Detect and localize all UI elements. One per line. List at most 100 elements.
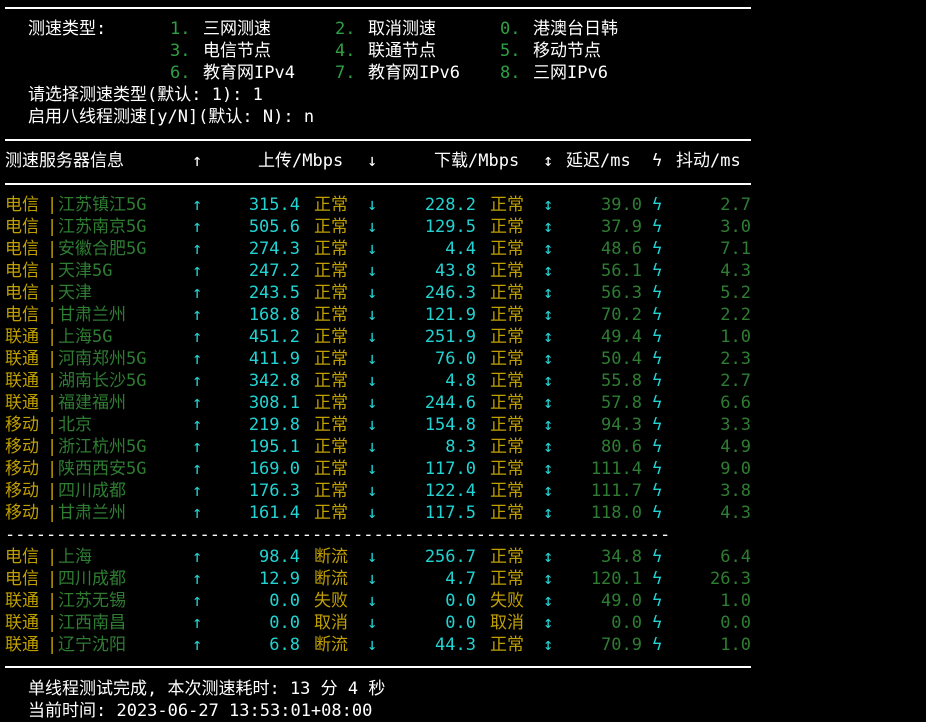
header-latency: 延迟/ms <box>566 151 631 171</box>
down-arrow: ↓ <box>367 481 378 501</box>
latency-value: 34.8 <box>601 547 642 567</box>
updown-arrow: ↕ <box>543 195 554 215</box>
down-arrow: ↓ <box>367 415 378 435</box>
download-value: 122.4 <box>424 481 476 501</box>
header-updown-arrow: ↕ <box>543 151 554 171</box>
download-value: 4.8 <box>445 371 476 391</box>
upload-status: 失败 <box>314 591 348 611</box>
down-arrow: ↓ <box>367 283 378 303</box>
row-separator: | <box>47 349 58 369</box>
option-5-num: 5. <box>500 41 521 61</box>
location-label: 陕西西安5G <box>58 459 147 479</box>
isp-label: 联通 <box>5 591 39 611</box>
upload-status: 正常 <box>314 195 348 215</box>
upload-status: 正常 <box>314 283 348 303</box>
jitter-value: 2.2 <box>720 305 751 325</box>
download-status: 正常 <box>490 437 524 457</box>
latency-value: 118.0 <box>590 503 642 523</box>
jitter-symbol: ϟ <box>652 217 663 237</box>
row-separator: | <box>47 305 58 325</box>
download-value: 0.0 <box>445 613 476 633</box>
prompt-type[interactable]: 请选择测速类型(默认: 1): 1 <box>28 84 263 106</box>
jitter-symbol: ϟ <box>652 481 663 501</box>
option-4-num: 4. <box>335 41 356 61</box>
jitter-value: 1.0 <box>720 635 751 655</box>
isp-label: 电信 <box>5 217 39 237</box>
down-arrow: ↓ <box>367 437 378 457</box>
upload-value: 6.8 <box>269 635 300 655</box>
location-label: 安徽合肥5G <box>58 239 147 259</box>
upload-status: 断流 <box>314 547 348 567</box>
jitter-symbol: ϟ <box>652 239 663 259</box>
download-value: 246.3 <box>424 283 476 303</box>
jitter-symbol: ϟ <box>652 569 663 589</box>
updown-arrow: ↕ <box>543 283 554 303</box>
download-value: 0.0 <box>445 591 476 611</box>
jitter-symbol: ϟ <box>652 305 663 325</box>
jitter-symbol: ϟ <box>652 195 663 215</box>
location-label: 江苏南京5G <box>58 217 147 237</box>
jitter-symbol: ϟ <box>652 459 663 479</box>
isp-label: 联通 <box>5 371 39 391</box>
jitter-value: 3.8 <box>720 481 751 501</box>
down-arrow: ↓ <box>367 217 378 237</box>
option-6-text: 教育网IPv4 <box>203 63 295 83</box>
row-separator: | <box>47 591 58 611</box>
upload-value: 176.3 <box>248 481 300 501</box>
down-arrow: ↓ <box>367 591 378 611</box>
down-arrow: ↓ <box>367 503 378 523</box>
download-status: 正常 <box>490 459 524 479</box>
latency-value: 48.6 <box>601 239 642 259</box>
row-separator: | <box>47 217 58 237</box>
down-arrow: ↓ <box>367 239 378 259</box>
header-download: 下载/Mbps <box>434 151 520 171</box>
location-label: 天津5G <box>58 261 113 281</box>
download-value: 256.7 <box>424 547 476 567</box>
row-separator: | <box>47 195 58 215</box>
upload-status: 正常 <box>314 371 348 391</box>
updown-arrow: ↕ <box>543 261 554 281</box>
down-arrow: ↓ <box>367 569 378 589</box>
download-status: 正常 <box>490 371 524 391</box>
isp-label: 移动 <box>5 437 39 457</box>
jitter-value: 7.1 <box>720 239 751 259</box>
isp-label: 电信 <box>5 569 39 589</box>
jitter-symbol: ϟ <box>652 415 663 435</box>
updown-arrow: ↕ <box>543 547 554 567</box>
jitter-symbol: ϟ <box>652 349 663 369</box>
up-arrow: ↑ <box>192 305 203 325</box>
jitter-symbol: ϟ <box>652 613 663 633</box>
location-label: 浙江杭州5G <box>58 437 147 457</box>
down-arrow: ↓ <box>367 613 378 633</box>
up-arrow: ↑ <box>192 635 203 655</box>
download-status: 正常 <box>490 195 524 215</box>
down-arrow: ↓ <box>367 393 378 413</box>
prompt-threads[interactable]: 启用八线程测速[y/N](默认: N): n <box>28 106 314 128</box>
isp-label: 移动 <box>5 481 39 501</box>
latency-value: 120.1 <box>590 569 642 589</box>
upload-status: 正常 <box>314 217 348 237</box>
row-separator: | <box>47 393 58 413</box>
jitter-value: 4.3 <box>720 261 751 281</box>
upload-value: 274.3 <box>248 239 300 259</box>
isp-label: 移动 <box>5 415 39 435</box>
jitter-value: 6.4 <box>720 547 751 567</box>
option-4-text: 联通节点 <box>368 41 436 61</box>
jitter-value: 9.0 <box>720 459 751 479</box>
jitter-value: 2.3 <box>720 349 751 369</box>
up-arrow: ↑ <box>192 613 203 633</box>
jitter-value: 2.7 <box>720 371 751 391</box>
upload-status: 正常 <box>314 349 348 369</box>
header-bottom-divider <box>5 183 751 185</box>
location-label: 江西南昌 <box>58 613 126 633</box>
down-arrow: ↓ <box>367 305 378 325</box>
location-label: 福建福州 <box>58 393 126 413</box>
upload-status: 正常 <box>314 415 348 435</box>
latency-value: 55.8 <box>601 371 642 391</box>
download-status: 正常 <box>490 503 524 523</box>
download-status: 正常 <box>490 349 524 369</box>
download-status: 正常 <box>490 635 524 655</box>
option-1-num: 1. <box>170 19 191 39</box>
option-2-text: 取消测速 <box>368 19 436 39</box>
row-separator: | <box>47 459 58 479</box>
